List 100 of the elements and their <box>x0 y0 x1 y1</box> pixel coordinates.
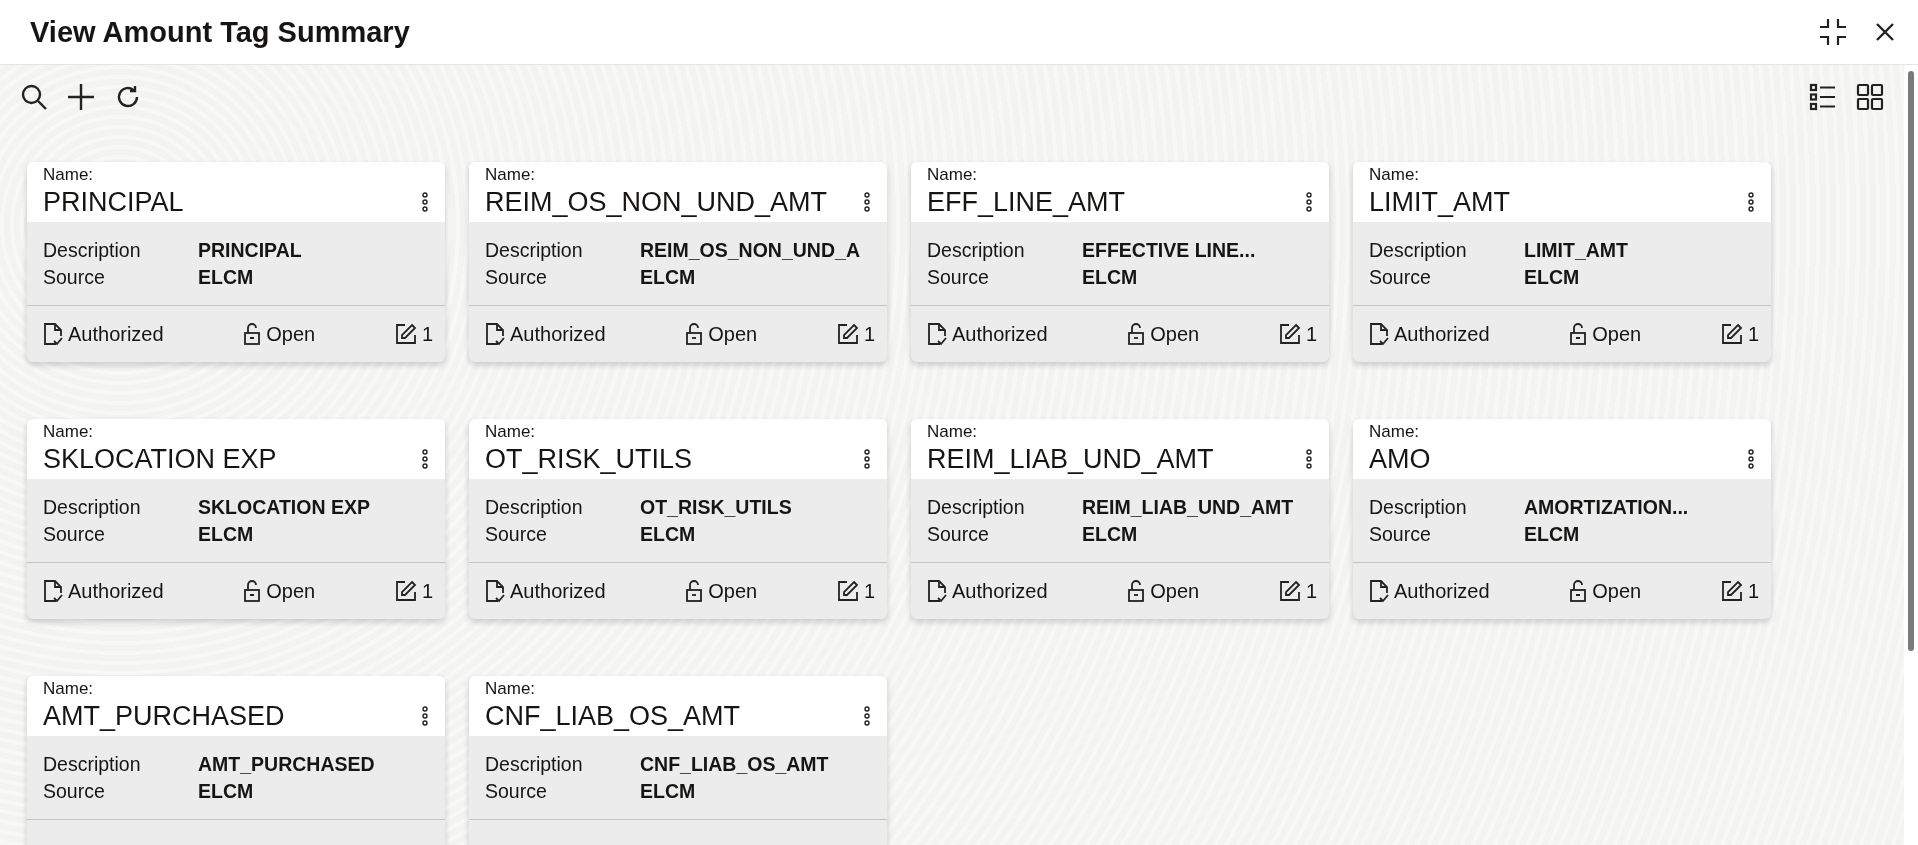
document-check-icon <box>43 322 63 346</box>
lock-status: Open <box>708 579 758 603</box>
tag-card[interactable]: Name: REIM_OS_NON_UND_AMT Description REIM_OS_NON_UND_A Source ELCM Authorized Open 1 <box>469 162 887 362</box>
more-options-icon[interactable] <box>1747 449 1755 469</box>
tag-card[interactable]: Name: REIM_LIAB_UND_AMT Description REIM_LIAB_UND_AMT Source ELCM Authorized Open 1 <box>911 419 1329 619</box>
source-value: ELCM <box>1524 264 1581 290</box>
modification-count: 1 <box>1305 579 1317 603</box>
tag-card[interactable]: Name: AMO Description AMORTIZATION... Source ELCM Authorized Open 1 <box>1353 419 1771 619</box>
tag-card[interactable]: Name: AMT_PURCHASED Description AMT_PURCHASED Source ELCM <box>27 676 445 845</box>
description-value: OT_RISK_UTILS <box>640 494 793 520</box>
tag-card[interactable]: Name: EFF_LINE_AMT Description EFFECTIVE LINE... Source ELCM Authorized Open 1 <box>911 162 1329 362</box>
more-options-icon[interactable] <box>421 449 429 469</box>
tag-card[interactable]: Name: LIMIT_AMT Description LIMIT_AMT Source ELCM Authorized Open 1 <box>1353 162 1771 362</box>
tag-name: REIM_LIAB_UND_AMT <box>927 443 1214 476</box>
collapse-icon[interactable] <box>1818 17 1848 47</box>
lock-status: Open <box>266 322 316 346</box>
description-value: AMT_PURCHASED <box>198 751 376 777</box>
description-label: Description <box>43 237 142 263</box>
document-check-icon <box>1369 322 1389 346</box>
edit-icon <box>836 580 859 602</box>
tag-card[interactable]: Name: CNF_LIAB_OS_AMT Description CNF_LIAB_OS_AMT Source ELCM <box>469 676 887 845</box>
more-options-icon[interactable] <box>863 706 871 726</box>
scrollbar[interactable] <box>1904 65 1918 845</box>
source-value: ELCM <box>1082 521 1139 547</box>
source-value: ELCM <box>1524 521 1581 547</box>
tag-name: PRINCIPAL <box>43 186 184 219</box>
description-value: PRINCIPAL <box>198 237 303 263</box>
description-label: Description <box>485 751 584 777</box>
document-check-icon <box>485 579 505 603</box>
description-value: LIMIT_AMT <box>1524 237 1629 263</box>
more-options-icon[interactable] <box>863 449 871 469</box>
source-label: Source <box>485 264 548 290</box>
edit-icon <box>836 323 859 345</box>
status-text: Authorized <box>68 579 164 603</box>
edit-icon <box>1278 580 1301 602</box>
unlock-icon <box>685 579 704 603</box>
more-options-icon[interactable] <box>1747 192 1755 212</box>
close-icon[interactable] <box>1874 21 1896 43</box>
source-label: Source <box>43 521 106 547</box>
source-value: ELCM <box>198 264 255 290</box>
document-check-icon <box>43 579 63 603</box>
unlock-icon <box>243 322 262 346</box>
search-icon[interactable] <box>20 83 48 111</box>
source-label: Source <box>43 778 106 804</box>
tag-card[interactable]: Name: OT_RISK_UTILS Description OT_RISK_UTILS Source ELCM Authorized Open 1 <box>469 419 887 619</box>
source-label: Source <box>485 521 548 547</box>
status-text: Authorized <box>1394 579 1490 603</box>
list-view-icon[interactable] <box>1809 83 1837 111</box>
description-label: Description <box>927 494 1026 520</box>
name-label: Name: <box>43 422 95 442</box>
description-label: Description <box>43 751 142 777</box>
status-text: Authorized <box>952 579 1048 603</box>
lock-status: Open <box>708 322 758 346</box>
more-options-icon[interactable] <box>1305 449 1313 469</box>
status-text: Authorized <box>510 579 606 603</box>
source-label: Source <box>485 778 548 804</box>
modification-count: 1 <box>1747 322 1759 346</box>
source-value: ELCM <box>198 521 255 547</box>
document-check-icon <box>485 322 505 346</box>
document-check-icon <box>1369 579 1389 603</box>
modification-count: 1 <box>863 322 875 346</box>
tag-name: LIMIT_AMT <box>1369 186 1510 219</box>
name-label: Name: <box>485 165 537 185</box>
description-label: Description <box>1369 494 1468 520</box>
unlock-icon <box>685 322 704 346</box>
source-value: ELCM <box>198 778 255 804</box>
unlock-icon <box>243 579 262 603</box>
unlock-icon <box>1569 322 1588 346</box>
lock-status: Open <box>1150 579 1200 603</box>
description-value: SKLOCATION EXP <box>198 494 371 520</box>
name-label: Name: <box>485 422 537 442</box>
modification-count: 1 <box>421 322 433 346</box>
status-text: Authorized <box>1394 322 1490 346</box>
more-options-icon[interactable] <box>1305 192 1313 212</box>
more-options-icon[interactable] <box>863 192 871 212</box>
lock-status: Open <box>1592 579 1642 603</box>
grid-view-icon[interactable] <box>1856 83 1884 111</box>
more-options-icon[interactable] <box>421 192 429 212</box>
status-text: Authorized <box>510 322 606 346</box>
modification-count: 1 <box>1305 322 1317 346</box>
source-label: Source <box>1369 521 1432 547</box>
add-icon[interactable] <box>67 83 95 111</box>
more-options-icon[interactable] <box>421 706 429 726</box>
tag-card[interactable]: Name: PRINCIPAL Description PRINCIPAL Source ELCM Authorized Open 1 <box>27 162 445 362</box>
tag-name: REIM_OS_NON_UND_AMT <box>485 186 828 219</box>
document-check-icon <box>927 579 947 603</box>
name-label: Name: <box>485 679 537 699</box>
description-label: Description <box>485 494 584 520</box>
name-label: Name: <box>43 679 95 699</box>
document-check-icon <box>927 322 947 346</box>
source-label: Source <box>43 264 106 290</box>
source-label: Source <box>927 264 990 290</box>
name-label: Name: <box>927 165 979 185</box>
edit-icon <box>394 323 417 345</box>
tag-card[interactable]: Name: SKLOCATION EXP Description SKLOCATION EXP Source ELCM Authorized Open 1 <box>27 419 445 619</box>
description-value: REIM_LIAB_UND_AMT <box>1082 494 1295 520</box>
source-value: ELCM <box>640 521 697 547</box>
modification-count: 1 <box>863 579 875 603</box>
scrollbar-thumb[interactable] <box>1908 71 1914 651</box>
source-value: ELCM <box>640 264 697 290</box>
